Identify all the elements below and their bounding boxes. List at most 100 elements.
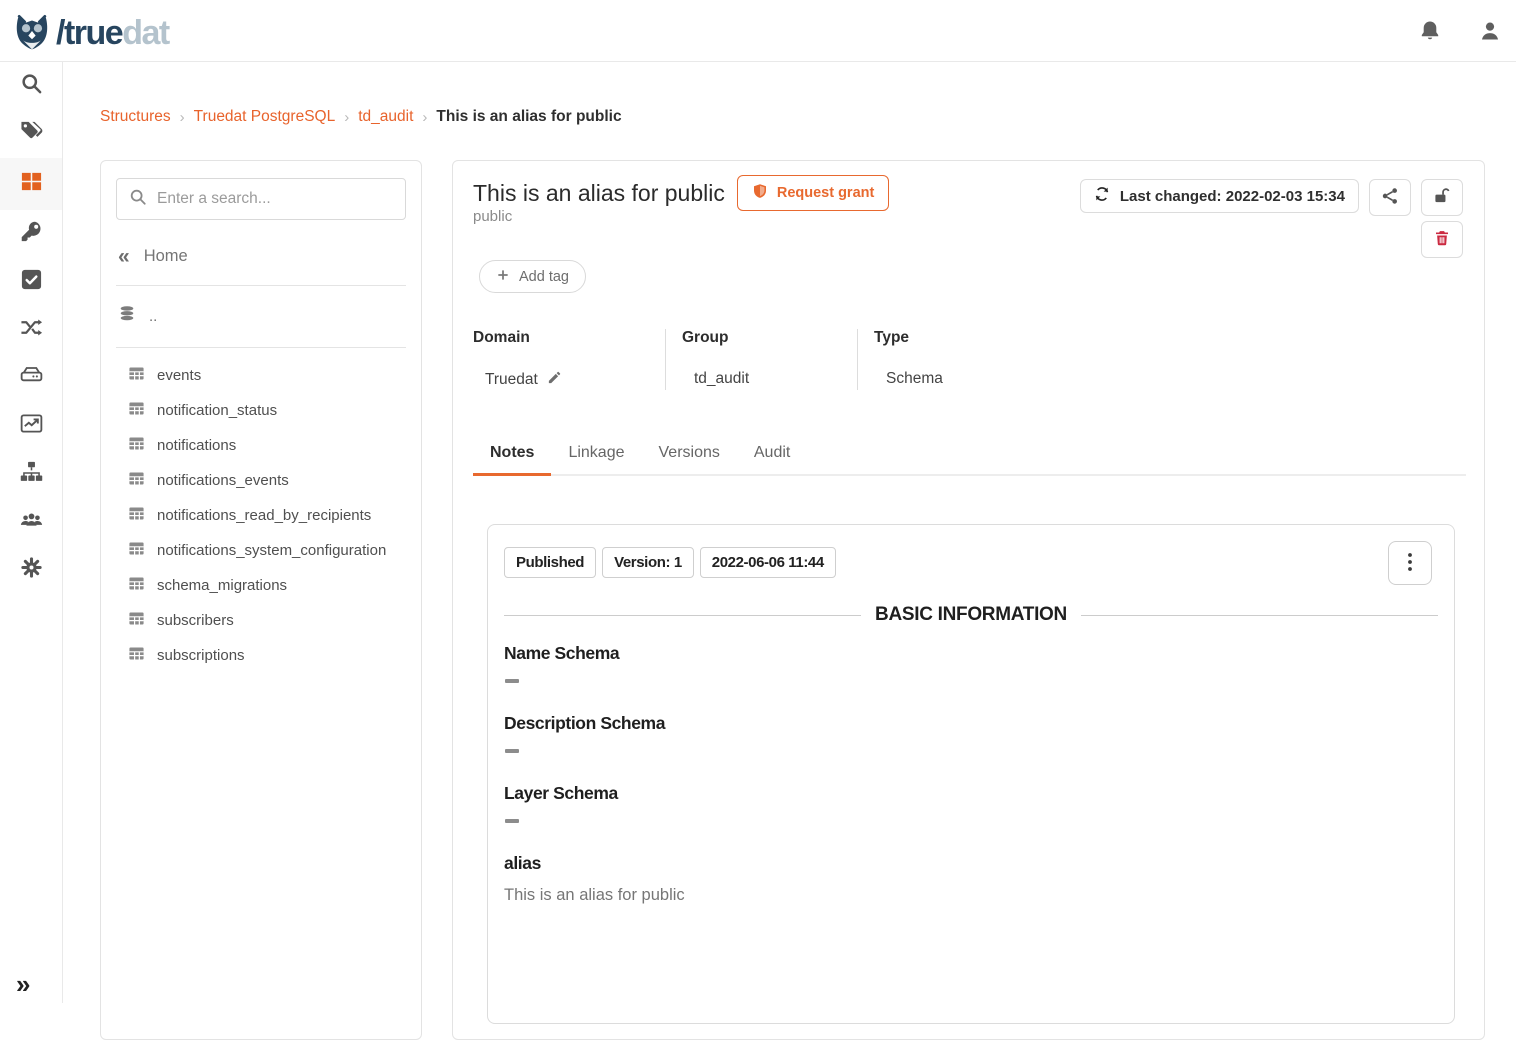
meta-type: Type Schema [857, 329, 1049, 390]
table-icon [128, 365, 145, 386]
table-name: subscribers [157, 612, 234, 629]
tab-linkage[interactable]: Linkage [551, 433, 641, 474]
check-square-icon [20, 268, 43, 296]
last-changed-button[interactable]: Last changed: 2022-02-03 15:34 [1080, 179, 1359, 213]
tree-item-table[interactable]: events [101, 358, 421, 393]
section-title: BASIC INFORMATION [875, 604, 1067, 626]
table-name: schema_migrations [157, 577, 287, 594]
table-name: notifications [157, 437, 236, 454]
group-value: td_audit [694, 370, 749, 388]
tab-versions[interactable]: Versions [642, 433, 737, 474]
field-name-schema: Name Schema [504, 643, 1438, 683]
table-name: events [157, 367, 201, 384]
share-icon [1381, 187, 1399, 208]
meta-group: Group td_audit [665, 329, 857, 390]
note-menu-button[interactable] [1388, 541, 1432, 585]
note-badges: Published Version: 1 2022-06-06 11:44 [504, 547, 836, 578]
sidebar-item-lineage[interactable] [0, 306, 62, 354]
tree-search-input[interactable] [157, 190, 393, 208]
sidebar-expand-button[interactable]: » [16, 971, 30, 997]
empty-value-dash [505, 819, 519, 823]
key-icon [20, 220, 43, 248]
tree-home-link[interactable]: « Home [101, 230, 421, 285]
sidebar-item-structures[interactable] [0, 158, 62, 210]
table-icon [128, 400, 145, 421]
table-name: notification_status [157, 402, 277, 419]
field-value: This is an alias for public [504, 886, 1438, 905]
meta-label: Domain [473, 329, 655, 347]
table-icon [128, 610, 145, 631]
pencil-icon[interactable] [547, 370, 562, 390]
request-grant-button[interactable]: Request grant [737, 175, 890, 211]
meta-section: Domain Truedat Group td_audit Type Schem… [473, 329, 1049, 390]
tab-notes[interactable]: Notes [473, 433, 551, 474]
table-icon [128, 645, 145, 666]
tree-item-table[interactable]: notifications [101, 428, 421, 463]
tree-search-box[interactable] [116, 178, 406, 220]
chevron-right-icon: › [180, 109, 185, 126]
tree-item-table[interactable]: subscribers [101, 603, 421, 638]
structure-subtitle: public [473, 208, 512, 225]
sidebar-item-users[interactable] [0, 498, 62, 546]
sidebar-item-search[interactable] [0, 62, 62, 110]
meta-domain: Domain Truedat [473, 329, 665, 390]
database-icon [118, 305, 136, 328]
breadcrumb-system[interactable]: Truedat PostgreSQL [194, 108, 336, 126]
unlock-button[interactable] [1421, 179, 1463, 216]
version-badge: Version: 1 [602, 547, 694, 578]
parent-label: .. [149, 308, 157, 325]
plus-icon [496, 268, 510, 286]
tags-icon [20, 120, 43, 148]
date-badge: 2022-06-06 11:44 [700, 547, 836, 578]
breadcrumb-structures[interactable]: Structures [100, 108, 171, 126]
tree-item-table[interactable]: notification_status [101, 393, 421, 428]
table-list: events notification_status notifications… [101, 348, 421, 673]
add-tag-label: Add tag [519, 269, 569, 285]
structure-detail-panel: This is an alias for public Request gran… [452, 160, 1485, 1040]
trash-icon [1433, 229, 1451, 250]
tree-parent-link[interactable]: .. [101, 286, 421, 347]
field-label: Name Schema [504, 643, 1438, 664]
tree-item-table[interactable]: notifications_read_by_recipients [101, 498, 421, 533]
sidebar-item-dashboards[interactable] [0, 402, 62, 450]
breadcrumb-group[interactable]: td_audit [358, 108, 413, 126]
share-button[interactable] [1369, 179, 1411, 216]
chevron-double-left-icon: « [118, 246, 130, 267]
tree-item-table[interactable]: schema_migrations [101, 568, 421, 603]
sidebar-item-systems[interactable] [0, 354, 62, 402]
server-icon [20, 364, 43, 392]
logo-wordmark: /truedat [56, 14, 169, 53]
kebab-icon [1408, 553, 1412, 574]
chart-line-icon [20, 412, 43, 440]
type-value: Schema [886, 370, 943, 388]
table-name: notifications_read_by_recipients [157, 507, 371, 524]
page-title: This is an alias for public [473, 180, 725, 207]
status-badge: Published [504, 547, 596, 578]
table-icon [128, 435, 145, 456]
sidebar-item-settings[interactable] [0, 546, 62, 594]
sidebar-item-taxonomy[interactable] [0, 450, 62, 498]
delete-button[interactable] [1421, 221, 1463, 258]
tree-item-table[interactable]: notifications_events [101, 463, 421, 498]
sidebar-rail: » [0, 62, 63, 1003]
bell-icon[interactable] [1418, 19, 1442, 43]
breadcrumb-current: This is an alias for public [436, 108, 621, 126]
tab-audit[interactable]: Audit [737, 433, 807, 474]
structure-tree-panel: « Home .. events notification_status not… [100, 160, 422, 1040]
truedat-logo[interactable]: /truedat [10, 9, 169, 58]
tree-item-table[interactable]: subscriptions [101, 638, 421, 673]
refresh-icon [1094, 186, 1110, 206]
search-icon [129, 188, 147, 211]
table-icon [128, 505, 145, 526]
sidebar-item-permissions[interactable] [0, 210, 62, 258]
search-icon [20, 72, 43, 100]
sidebar-item-tags[interactable] [0, 110, 62, 158]
detail-tabs: Notes Linkage Versions Audit [473, 433, 1466, 476]
tree-item-table[interactable]: notifications_system_configuration [101, 533, 421, 568]
user-icon[interactable] [1478, 19, 1502, 43]
add-tag-button[interactable]: Add tag [479, 260, 586, 293]
sidebar-item-quality[interactable] [0, 258, 62, 306]
table-icon [128, 540, 145, 561]
breadcrumb: Structures › Truedat PostgreSQL › td_aud… [100, 108, 622, 126]
unlock-icon [1433, 187, 1451, 208]
